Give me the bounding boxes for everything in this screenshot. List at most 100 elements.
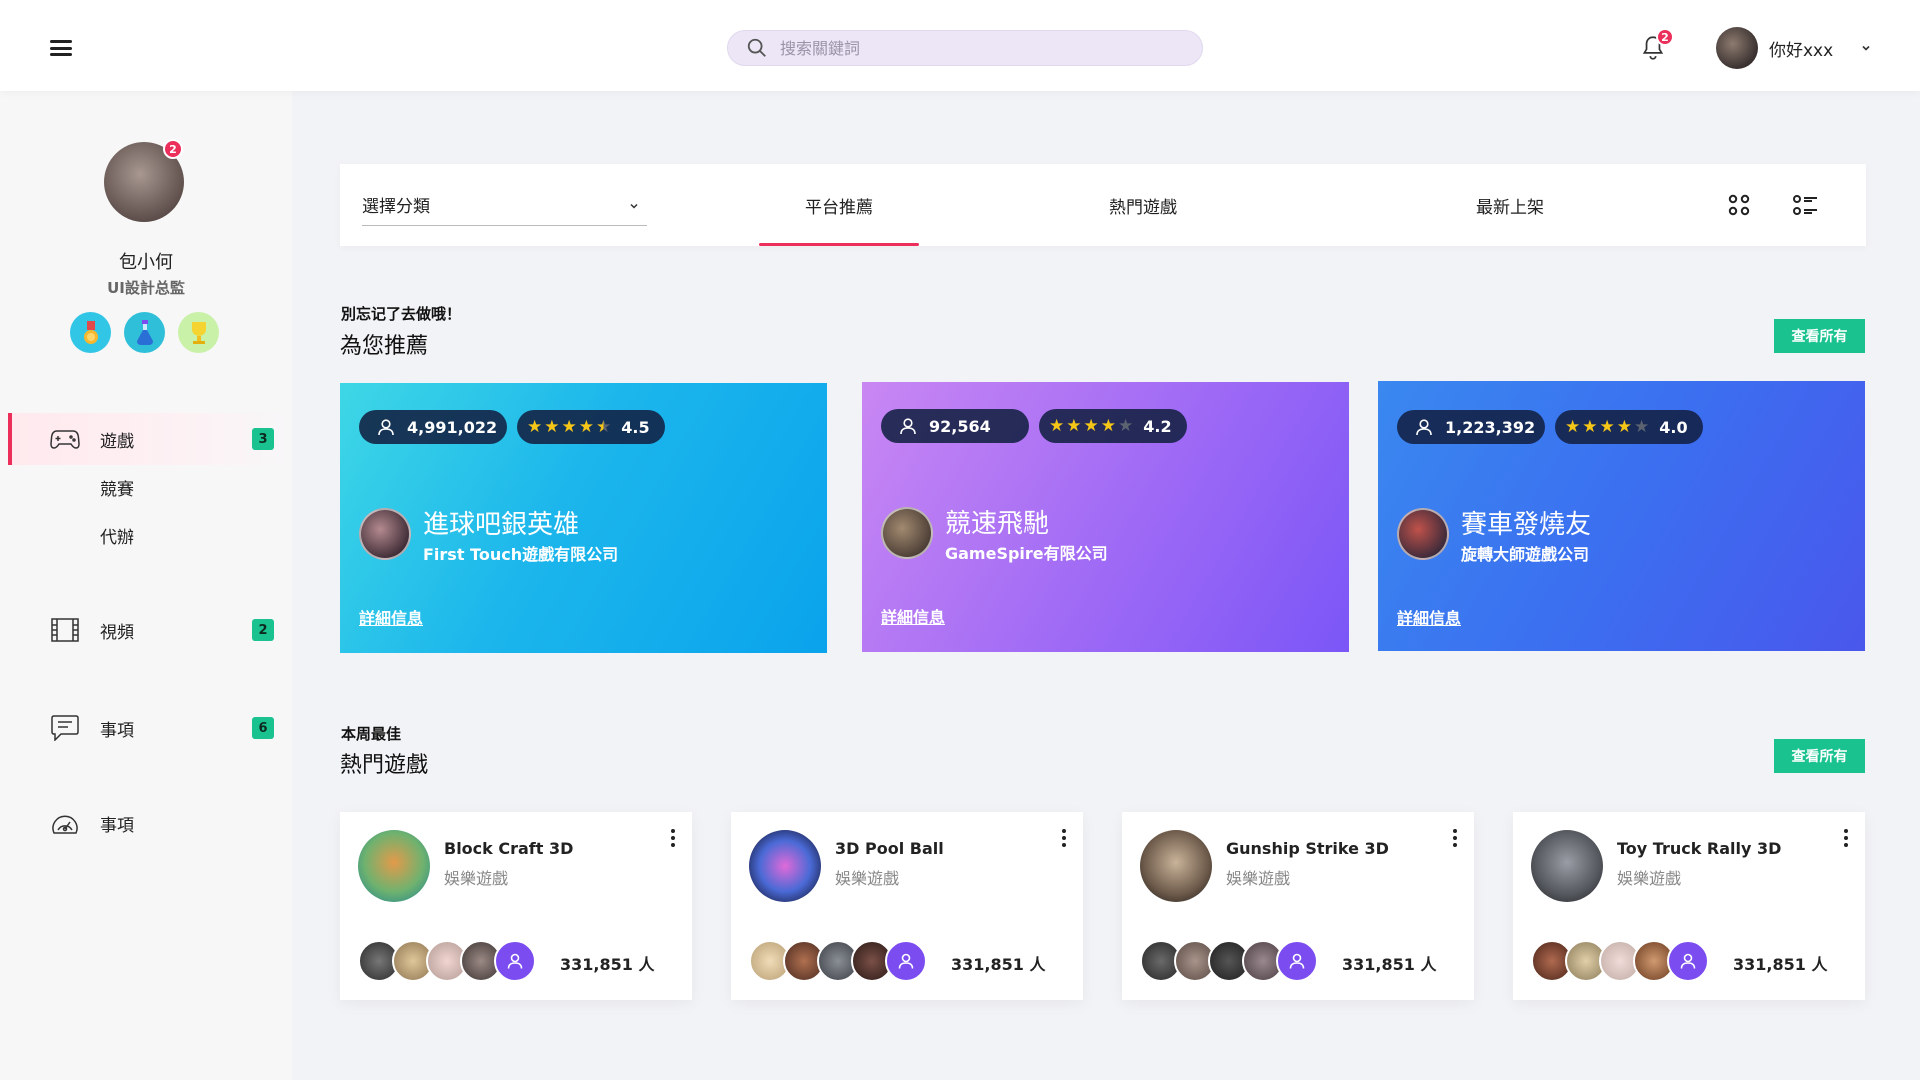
developer-avatar <box>359 508 411 560</box>
star-icon: ★ <box>544 416 560 437</box>
search-bar[interactable] <box>727 30 1203 66</box>
game-category: 娛樂遊戲 <box>444 869 509 888</box>
more-options-icon[interactable] <box>666 828 680 848</box>
player-count: 331,851 人 <box>951 955 1046 974</box>
game-title: 進球吧銀英雄 <box>423 510 580 540</box>
recommend-kicker: 別忘记了去做哦！ <box>341 305 462 323</box>
hot-kicker: 本周最佳 <box>341 725 402 743</box>
details-link[interactable]: 詳細信息 <box>359 605 423 629</box>
star-icon: ★ <box>561 416 577 437</box>
sidebar-item-count: 3 <box>252 428 274 450</box>
details-link[interactable]: 詳細信息 <box>881 604 945 628</box>
star-icon: ★ <box>1066 415 1082 436</box>
user-icon <box>900 418 916 435</box>
player-avatars <box>358 940 536 982</box>
hot-see-all-button[interactable]: 查看所有 <box>1774 739 1865 773</box>
game-card[interactable]: 3D Pool Ball 娛樂遊戲 331,851 人 <box>731 812 1083 1000</box>
medal-icon[interactable] <box>70 312 111 353</box>
sidebar-item-events[interactable]: 事項 6 <box>8 702 292 754</box>
user-menu[interactable]: 你好xxx <box>1716 26 1871 70</box>
player-avatars <box>1531 940 1709 982</box>
more-players-avatar[interactable] <box>494 940 536 982</box>
user-icon <box>898 953 914 969</box>
profile-badge: 2 <box>163 139 183 159</box>
game-icon <box>1531 830 1603 902</box>
game-name: Gunship Strike 3D <box>1226 839 1389 858</box>
gauge-icon <box>50 808 80 838</box>
game-icon <box>1140 830 1212 902</box>
star-icon: ★ <box>1634 416 1650 437</box>
feature-card[interactable]: 92,564 ★ ★ ★ ★ ★ 4.2 競速飛馳 GameSpire有限公司 詳細信息 <box>862 382 1349 652</box>
sidebar-subitem-contest[interactable]: 競賽 <box>100 475 134 500</box>
feature-card[interactable]: 1,223,392 ★ ★ ★ ★ ★ 4.0 賽車發燒友 旋轉大師遊戲公司 詳細信息 <box>1378 381 1865 651</box>
filter-bar: 選擇分類 平台推薦 熱門遊戲 最新上架 <box>340 164 1866 246</box>
rating-pill: ★ ★ ★ ★ ★ 4.0 <box>1555 410 1703 444</box>
player-count: 331,851 人 <box>560 955 655 974</box>
notification-button[interactable]: 2 <box>1640 28 1674 64</box>
sidebar-subitem-todo[interactable]: 代辦 <box>100 523 134 548</box>
feature-card[interactable]: 4,991,022 ★ ★ ★ ★ ★ 4.5 進球吧銀英雄 First Touch遊戲… <box>340 383 827 653</box>
sidebar-item-label: 事項 <box>100 815 134 836</box>
developer-avatar <box>881 507 933 559</box>
grid-view-icon[interactable] <box>1726 192 1752 218</box>
game-name: Toy Truck Rally 3D <box>1617 839 1782 858</box>
game-name: Block Craft 3D <box>444 839 574 858</box>
star-icon: ★ <box>527 416 543 437</box>
player-count: 331,851 人 <box>1342 955 1437 974</box>
star-icon: ★ <box>1083 415 1099 436</box>
sidebar: 2 包小何 UI設計总監 遊戲 3 競賽 代辦 視頻 2 事項 6 事項 <box>0 91 292 1080</box>
chevron-down-icon <box>630 203 638 209</box>
game-category: 娛樂遊戲 <box>1617 869 1682 888</box>
user-count: 1,223,392 <box>1445 417 1536 437</box>
sidebar-item-video[interactable]: 視頻 2 <box>8 604 292 656</box>
more-players-avatar[interactable] <box>1276 940 1318 982</box>
user-greeting: 你好xxx <box>1769 40 1834 61</box>
more-players-avatar[interactable] <box>885 940 927 982</box>
star-icon: ★ <box>1565 416 1581 437</box>
star-icon: ★ <box>1599 416 1615 437</box>
search-icon <box>747 38 766 57</box>
game-card[interactable]: Toy Truck Rally 3D 娛樂遊戲 331,851 人 <box>1513 812 1865 1000</box>
more-options-icon[interactable] <box>1839 828 1853 848</box>
rating-pill: ★ ★ ★ ★ ★ 4.5 <box>517 410 665 444</box>
sidebar-item-games[interactable]: 遊戲 3 <box>8 413 292 465</box>
game-title: 競速飛馳 <box>945 509 1050 539</box>
more-options-icon[interactable] <box>1057 828 1071 848</box>
user-icon <box>1289 953 1305 969</box>
sidebar-item-events-2[interactable]: 事項 <box>8 797 292 849</box>
game-icon <box>358 830 430 902</box>
game-card[interactable]: Gunship Strike 3D 娛樂遊戲 331,851 人 <box>1122 812 1474 1000</box>
user-avatar <box>1716 27 1758 69</box>
notification-badge: 2 <box>1656 28 1674 46</box>
rating-value: 4.2 <box>1143 416 1172 436</box>
star-icon: ★ <box>578 416 594 437</box>
more-options-icon[interactable] <box>1448 828 1462 848</box>
list-view-icon[interactable] <box>1792 192 1818 218</box>
trophy-icon[interactable] <box>178 312 219 353</box>
user-icon <box>507 953 523 969</box>
rating-pill: ★ ★ ★ ★ ★ 4.2 <box>1039 409 1187 443</box>
users-pill: 4,991,022 <box>359 410 507 444</box>
tab-hot-games[interactable]: 熱門遊戲 <box>1063 164 1223 246</box>
potion-icon[interactable] <box>124 312 165 353</box>
game-card[interactable]: Block Craft 3D 娛樂遊戲 331,851 人 <box>340 812 692 1000</box>
sidebar-item-label: 事項 <box>100 720 134 741</box>
category-select[interactable]: 選擇分類 <box>362 184 647 226</box>
more-players-avatar[interactable] <box>1667 940 1709 982</box>
details-link[interactable]: 詳細信息 <box>1397 605 1461 629</box>
half-star-icon: ★ <box>596 416 612 437</box>
game-developer: First Touch遊戲有限公司 <box>423 545 619 564</box>
chevron-down-icon <box>1862 45 1870 51</box>
menu-icon[interactable] <box>50 40 72 56</box>
rating-value: 4.5 <box>621 417 650 437</box>
sidebar-item-count: 2 <box>252 619 274 641</box>
hot-title: 熱門遊戲 <box>340 753 429 778</box>
search-input[interactable] <box>780 38 1160 58</box>
recommend-see-all-button[interactable]: 查看所有 <box>1774 319 1865 353</box>
tab-platform-recommend[interactable]: 平台推薦 <box>759 164 919 246</box>
top-bar: 2 你好xxx <box>0 0 1920 91</box>
sidebar-item-label: 視頻 <box>100 622 134 643</box>
profile-title: UI設計总監 <box>107 279 185 297</box>
tab-new-releases[interactable]: 最新上架 <box>1430 164 1590 246</box>
star-rating: ★ ★ ★ ★ ★ <box>527 416 612 437</box>
